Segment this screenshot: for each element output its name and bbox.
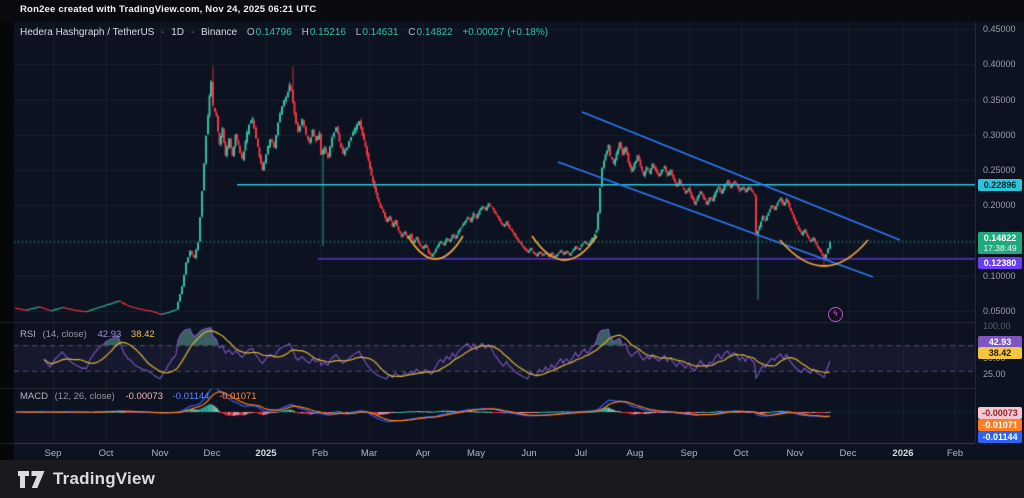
price-tick-label: 0.30000 (983, 130, 1016, 140)
time-axis-label: Mar (361, 448, 377, 459)
time-axis-label: Oct (99, 448, 114, 459)
time-axis-label: Nov (152, 448, 169, 459)
time-axis-label: Dec (204, 448, 221, 459)
rsi-name[interactable]: RSI (20, 329, 36, 340)
time-axis-label: Apr (416, 448, 431, 459)
footer-bar: TradingView (0, 460, 1024, 498)
price-tick-label: 0.35000 (983, 95, 1016, 105)
macd-name[interactable]: MACD (20, 391, 48, 402)
rsi-legend-row[interactable]: RSI (14, close) 42.93 38.42 (20, 329, 155, 340)
macd-value-badge: -0.01144 (978, 431, 1022, 443)
high-label: H (302, 27, 309, 38)
current-price-badge: 0.14822 17:38:49 (978, 232, 1022, 254)
open-label: O (247, 27, 255, 38)
time-axis-label: Feb (312, 448, 328, 459)
high-value: 0.15216 (310, 27, 346, 38)
price-tick-label: 0.25000 (983, 165, 1016, 175)
time-axis-label: Aug (627, 448, 644, 459)
price-tick-label: 0.05000 (983, 306, 1016, 316)
time-axis-label: 2026 (892, 448, 913, 459)
open-value: 0.14796 (256, 27, 292, 38)
price-tick-label: 0.40000 (983, 59, 1016, 69)
macd-line-value: -0.01144 (173, 391, 210, 402)
time-axis-label: May (467, 448, 485, 459)
separator: - (191, 27, 194, 38)
interval-label[interactable]: 1D (171, 27, 184, 38)
tradingview-logo-icon[interactable] (18, 471, 45, 488)
symbol-title[interactable]: Hedera Hashgraph / TetherUS (20, 27, 154, 38)
time-axis-label: Nov (787, 448, 804, 459)
close-value: 0.14822 (417, 27, 453, 38)
rsi-value: 42.93 (97, 329, 121, 340)
low-label: L (356, 27, 362, 38)
tradingview-chart-screenshot: Ron2ee created with TradingView.com, Nov… (0, 0, 1024, 498)
macd-legend-row[interactable]: MACD (12, 26, close) -0.00073 -0.01144 -… (20, 391, 257, 402)
symbol-info-row[interactable]: Hedera Hashgraph / TetherUS - 1D - Binan… (20, 27, 548, 38)
time-axis-label: Dec (840, 448, 857, 459)
time-axis-label: Oct (734, 448, 749, 459)
rsi-ma-value: 38.42 (131, 329, 155, 340)
close-label: C (408, 27, 415, 38)
separator: - (161, 27, 164, 38)
change-value: +0.00027 (+0.18%) (462, 27, 548, 38)
time-axis-label: Sep (681, 448, 698, 459)
macd-params: (12, 26, close) (55, 391, 115, 402)
flash-event-icon[interactable]: ϟ (828, 307, 843, 322)
time-axis-label: Feb (947, 448, 963, 459)
time-axis-label: Jul (575, 448, 587, 459)
macd-hist-value: -0.00073 (125, 391, 163, 402)
macd-value-badge: -0.00073 (978, 407, 1022, 419)
price-tick-label: 0.20000 (983, 200, 1016, 210)
macd-signal-value: -0.01071 (219, 391, 257, 402)
rsi-tick-label: 100.00 (983, 321, 1011, 331)
bar-countdown: 17:38:49 (981, 243, 1019, 253)
rsi-ma-value-badge: 38.42 (978, 347, 1022, 359)
price-tick-label: 0.10000 (983, 271, 1016, 281)
macd-value-badge: -0.01071 (978, 419, 1022, 431)
time-axis[interactable]: Sep Oct Nov Dec 2025 Feb Mar Apr May Jun Jul Aug Sep… (14, 443, 975, 461)
low-value: 0.14631 (362, 27, 398, 38)
time-axis-label: Jun (521, 448, 536, 459)
lightning-glyph: ϟ (833, 309, 837, 318)
rsi-params: (14, close) (42, 329, 86, 340)
price-axis[interactable]: 0.22896 0.14822 17:38:49 0.12380 42.93 3… (975, 22, 1024, 443)
price-tick-label: 0.45000 (983, 24, 1016, 34)
support-price-badge: 0.12380 (978, 257, 1022, 269)
resistance-price-badge: 0.22896 (978, 179, 1022, 191)
rsi-tick-label: 25.00 (983, 369, 1006, 379)
price-chart-canvas[interactable] (0, 0, 1024, 498)
tradingview-brand-text[interactable]: TradingView (53, 469, 155, 489)
exchange-label[interactable]: Binance (201, 27, 237, 38)
time-axis-label: 2025 (255, 448, 276, 459)
time-axis-label: Sep (45, 448, 62, 459)
